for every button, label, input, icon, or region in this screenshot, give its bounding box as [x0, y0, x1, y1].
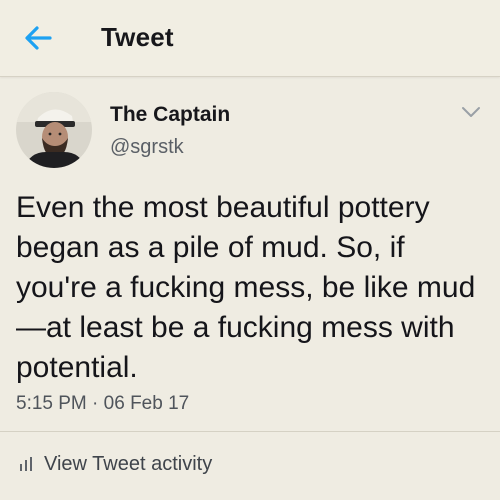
- back-button[interactable]: [20, 20, 56, 56]
- bar-chart-icon: [20, 457, 32, 471]
- chevron-down-icon: [462, 107, 480, 117]
- author-display-name[interactable]: The Captain: [110, 103, 230, 127]
- meta-separator: ·: [92, 393, 99, 414]
- profile-photo: [16, 92, 92, 168]
- tweet-menu-button[interactable]: [460, 104, 482, 120]
- view-tweet-activity-label: View Tweet activity: [44, 452, 213, 475]
- tweet-text: Even the most beautiful pottery began as…: [16, 191, 476, 384]
- tweet-date: 06 Feb 17: [103, 393, 190, 414]
- arrow-left-icon: [25, 26, 52, 50]
- app-header: Tweet: [0, 0, 500, 77]
- author-handle[interactable]: @sgrstk: [110, 136, 184, 159]
- tweet-time: 5:15 PM: [16, 393, 87, 414]
- avatar[interactable]: [16, 92, 92, 168]
- divider: [0, 431, 500, 432]
- page-title: Tweet: [101, 22, 174, 52]
- tweet-timestamp: 5:15 PM · 06 Feb 17: [16, 393, 189, 415]
- view-tweet-activity-link[interactable]: View Tweet activity: [18, 450, 212, 478]
